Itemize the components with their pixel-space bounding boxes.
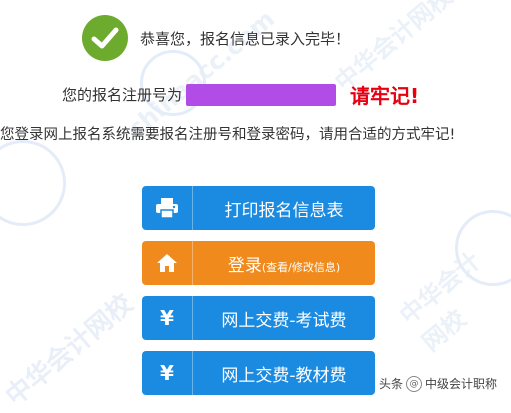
watermark-logo [0, 140, 66, 226]
watermark-logo [455, 210, 511, 286]
yen-symbol: ¥ [160, 306, 174, 330]
pay-book-fee-button[interactable]: ¥ 网上交费-教材费 [142, 351, 375, 395]
success-message: 恭喜您，报名信息已录入完毕！ [140, 29, 351, 48]
yen-icon: ¥ [142, 351, 193, 395]
print-info-button[interactable]: 打印报名信息表 [142, 186, 375, 230]
printer-icon [142, 186, 193, 230]
registration-number-redacted [186, 83, 337, 106]
attribution-name: 中级会计职称 [424, 377, 497, 391]
pay-exam-fee-button[interactable]: ¥ 网上交费-考试费 [142, 296, 375, 340]
attribution: 头条 @ 中级会计职称 [379, 375, 497, 392]
success-banner: 恭喜您，报名信息已录入完毕！ [82, 15, 350, 61]
login-label-main: 登录 [227, 255, 262, 276]
yen-symbol: ¥ [160, 361, 174, 385]
check-icon [82, 15, 128, 61]
yen-icon: ¥ [142, 296, 193, 340]
attribution-prefix: 头条 [378, 377, 403, 391]
print-button-label: 打印报名信息表 [224, 200, 344, 221]
login-button-label: 登录(查看/修改信息) [193, 251, 375, 276]
watermark-text: 中华会计网校 [0, 288, 140, 413]
registration-label: 您的报名注册号为 [62, 86, 183, 104]
instruction-text: 您登录网上报名系统需要报名注册号和登录密码，请用合适的方式牢记! [0, 127, 456, 143]
watermark-text: 中华会计网校 [394, 246, 486, 357]
book-fee-label: 网上交费-教材费 [221, 365, 347, 386]
registration-row: 您的报名注册号为 请牢记! [62, 80, 419, 109]
login-button[interactable]: 登录(查看/修改信息) [142, 241, 375, 285]
login-label-sub: (查看/修改信息) [261, 260, 341, 274]
exam-fee-label: 网上交费-考试费 [221, 310, 347, 331]
at-icon: @ [405, 375, 422, 392]
home-icon [142, 241, 193, 285]
remember-warning: 请牢记! [350, 84, 420, 108]
